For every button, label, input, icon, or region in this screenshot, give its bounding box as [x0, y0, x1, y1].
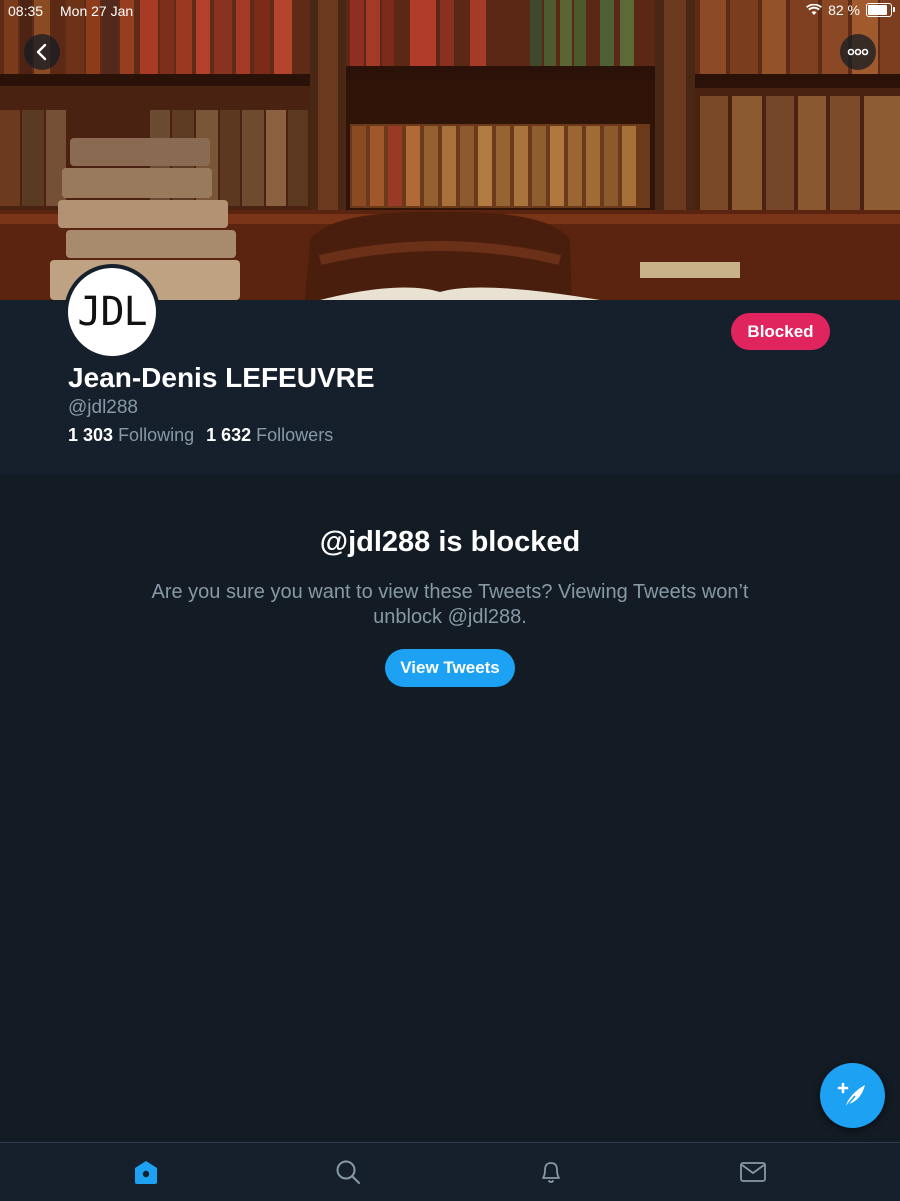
status-right-group: 82 % [806, 2, 895, 18]
tab-home[interactable] [131, 1157, 161, 1187]
blocked-notice-title: @jdl288 is blocked [319, 526, 581, 558]
tab-notifications[interactable] [536, 1157, 566, 1187]
profile-display-name: Jean-Denis LEFEUVRE [68, 362, 375, 393]
battery-icon [866, 3, 895, 17]
followers-label: Followers [256, 425, 334, 445]
more-options-button[interactable] [840, 34, 876, 70]
back-button[interactable] [24, 34, 60, 70]
following-stat[interactable]: 1 303 Following [68, 425, 194, 446]
profile-handle: @jdl288 [68, 397, 138, 418]
chevron-left-icon [36, 43, 47, 61]
compose-tweet-button[interactable] [820, 1063, 885, 1128]
bell-icon [542, 1162, 560, 1183]
followers-count: 1 632 [206, 425, 252, 445]
status-bar: 08:35 Mon 27 Jan 82 % [0, 0, 900, 24]
view-tweets-button[interactable]: View Tweets [385, 649, 515, 687]
blocked-notice-message: Are you sure you want to view these Twee… [151, 581, 749, 628]
bottom-tab-bar [0, 1142, 900, 1201]
blocked-button[interactable]: Blocked [731, 313, 830, 350]
more-horizontal-icon [847, 48, 869, 56]
compose-feather-icon [837, 1082, 865, 1110]
status-date: Mon 27 Jan [60, 3, 134, 19]
battery-percent: 82 % [828, 2, 860, 18]
followers-stat[interactable]: 1 632 Followers [206, 425, 333, 446]
tab-search[interactable] [333, 1157, 363, 1187]
mail-icon [740, 1162, 766, 1182]
profile-banner-image[interactable] [0, 0, 900, 300]
profile-stats: 1 303 Following 1 632 Followers [68, 425, 333, 446]
status-time: 08:35 [8, 3, 44, 19]
wifi-icon [806, 4, 823, 15]
avatar[interactable]: JDL [64, 264, 160, 360]
following-count: 1 303 [68, 425, 114, 445]
search-icon [336, 1160, 360, 1184]
banner-bookshelf-illustration [0, 0, 900, 300]
home-icon [135, 1161, 157, 1184]
tab-messages[interactable] [738, 1157, 768, 1187]
following-label: Following [118, 425, 195, 445]
